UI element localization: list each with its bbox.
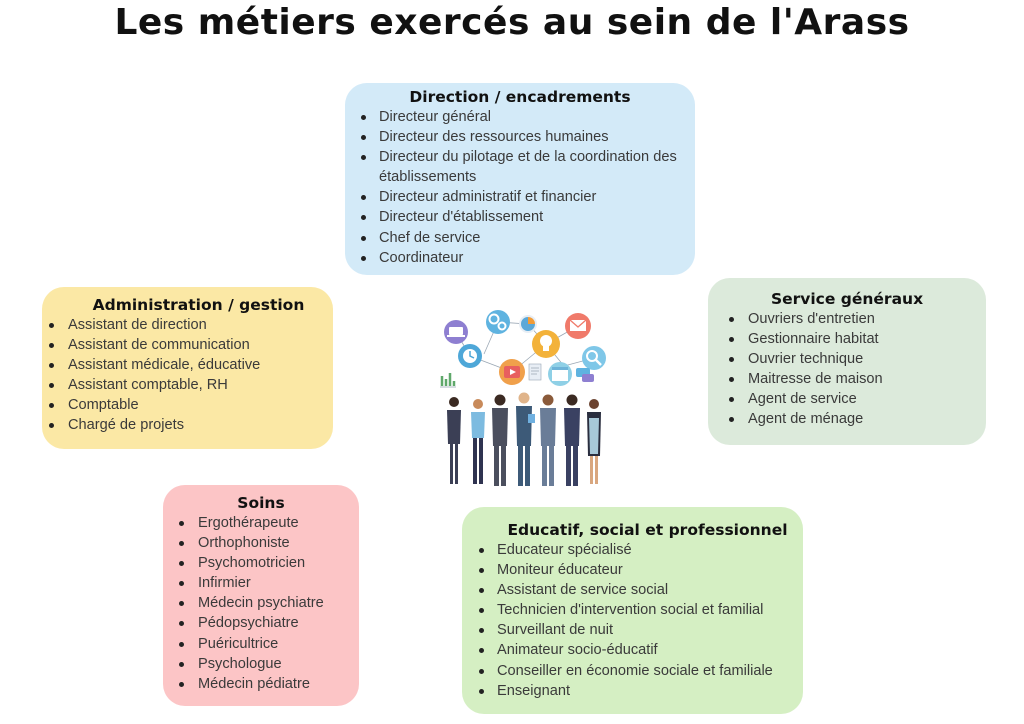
educatif-box: Educatif, social et professionnel Educat…	[462, 507, 803, 714]
list-item: Technicien d'intervention social et fami…	[479, 600, 803, 620]
list-item: Pédopsychiatre	[179, 613, 359, 633]
educatif-list: Educateur spécialisé Moniteur éducateur …	[462, 540, 803, 701]
educatif-heading: Educatif, social et professionnel	[507, 521, 788, 539]
direction-heading: Direction / encadrements	[409, 88, 631, 106]
services-list: Ouvriers d'entretien Gestionnaire habita…	[708, 309, 986, 430]
list-item: Assistant de direction	[49, 315, 333, 335]
list-item: Médecin psychiatre	[179, 593, 359, 613]
video-icon	[499, 359, 525, 385]
list-item: Assistant médicale, éducative	[49, 355, 333, 375]
mail-icon	[565, 313, 591, 339]
lightbulb-icon	[532, 330, 560, 358]
person-figure	[516, 392, 535, 486]
list-item: Ouvriers d'entretien	[729, 309, 986, 329]
clock-icon	[458, 344, 482, 368]
administration-box: Administration / gestion Assistant de di…	[42, 287, 333, 449]
gears-icon	[486, 310, 510, 334]
list-item: Chef de service	[361, 228, 687, 248]
people-group	[447, 392, 601, 486]
soins-box: Soins Ergothérapeute Orthophoniste Psych…	[163, 485, 359, 706]
list-item: Assistant comptable, RH	[49, 375, 333, 395]
laptop-icon	[444, 320, 468, 344]
soins-list: Ergothérapeute Orthophoniste Psychomotri…	[163, 513, 359, 694]
magnifier-icon	[582, 346, 606, 370]
list-item: Directeur du pilotage et de la coordinat…	[361, 147, 687, 187]
team-illustration	[440, 310, 606, 486]
list-item: Puéricultrice	[179, 634, 359, 654]
list-item: Agent de ménage	[729, 409, 986, 429]
person-figure	[492, 394, 508, 486]
person-figure	[471, 399, 485, 484]
list-item: Directeur général	[361, 107, 687, 127]
list-item: Orthophoniste	[179, 533, 359, 553]
administration-list: Assistant de direction Assistant de comm…	[42, 315, 333, 436]
bar-chart-icon	[440, 373, 456, 388]
person-figure	[564, 394, 580, 486]
list-item: Comptable	[49, 395, 333, 415]
list-item: Directeur d'établissement	[361, 207, 687, 227]
list-item: Surveillant de nuit	[479, 620, 803, 640]
list-item: Gestionnaire habitat	[729, 329, 986, 349]
list-item: Infirmier	[179, 573, 359, 593]
pie-chart-icon	[519, 315, 537, 333]
list-item: Ergothérapeute	[179, 513, 359, 533]
direction-box: Direction / encadrements Directeur génér…	[345, 83, 695, 275]
direction-list: Directeur général Directeur des ressourc…	[345, 107, 695, 268]
list-item: Assistant de communication	[49, 335, 333, 355]
list-item: Moniteur éducateur	[479, 560, 803, 580]
list-item: Psychomotricien	[179, 553, 359, 573]
list-item: Ouvrier technique	[729, 349, 986, 369]
list-item: Educateur spécialisé	[479, 540, 803, 560]
list-item: Psychologue	[179, 654, 359, 674]
list-item: Enseignant	[479, 681, 803, 701]
list-item: Directeur administratif et financier	[361, 187, 687, 207]
list-item: Maitresse de maison	[729, 369, 986, 389]
person-figure	[447, 397, 461, 484]
list-item: Médecin pédiatre	[179, 674, 359, 694]
document-icon	[528, 363, 542, 381]
person-figure	[587, 399, 601, 484]
chat-icon	[576, 368, 594, 382]
list-item: Animateur socio-éducatif	[479, 640, 803, 660]
list-item: Assistant de service social	[479, 580, 803, 600]
list-item: Agent de service	[729, 389, 986, 409]
list-item: Chargé de projets	[49, 415, 333, 435]
page-title: Les métiers exercés au sein de l'Arass	[114, 2, 910, 43]
list-item: Conseiller en économie sociale et famili…	[479, 661, 803, 681]
services-box: Service généraux Ouvriers d'entretien Ge…	[708, 278, 986, 445]
list-item: Directeur des ressources humaines	[361, 127, 687, 147]
administration-heading: Administration / gestion	[92, 296, 305, 314]
services-heading: Service généraux	[770, 290, 924, 308]
soins-heading: Soins	[237, 494, 285, 512]
person-figure	[540, 394, 556, 486]
list-item: Coordinateur	[361, 248, 687, 268]
calendar-icon	[548, 362, 572, 386]
